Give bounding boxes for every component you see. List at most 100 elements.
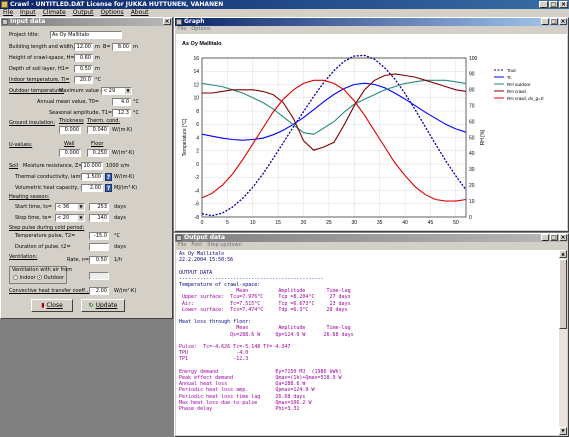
conv-input[interactable]: 2.00 xyxy=(89,287,109,295)
temperature-rh-chart: As Oy Mallitalo0 5 10 15 20 25 30 35 40 45 50-8-6-… xyxy=(182,41,544,226)
y2-tick-label: 50 xyxy=(469,135,475,141)
graph-menu-options[interactable]: Options xyxy=(191,26,210,33)
mdi-workspace: Input data × Project title: As Oy Mallit… xyxy=(0,17,569,437)
ground-cond-input[interactable]: 0.040 xyxy=(87,126,109,134)
minimize-icon[interactable]: _ xyxy=(541,234,549,241)
ground-insulation-label: Ground insulation: xyxy=(9,120,56,126)
height-label: Height of crawl-space, H= xyxy=(9,55,75,61)
input-form: Project title: As Oy Mallitalo Building … xyxy=(1,26,172,318)
maximize-icon[interactable]: □ xyxy=(550,18,558,25)
legend-label: RH outdoor xyxy=(507,82,531,87)
y-tick-label: 0 xyxy=(196,162,199,168)
project-title-input[interactable]: As Oy Mallitalo xyxy=(50,31,122,39)
output-menu: File Font Step up/down xyxy=(175,242,568,249)
scroll-up-icon[interactable]: ▲ xyxy=(559,250,567,258)
thermal-help-icon[interactable]: ? xyxy=(105,173,112,181)
maximize-icon[interactable]: □ xyxy=(549,1,558,8)
app-icon xyxy=(1,1,8,8)
graph-window-icon xyxy=(176,19,182,25)
chevron-down-icon[interactable]: ▼ xyxy=(78,215,84,221)
output-menu-font[interactable]: Font xyxy=(191,242,202,249)
radio-indoor[interactable] xyxy=(13,275,18,280)
heating-season-label: Heating season: xyxy=(9,194,50,200)
start-input[interactable]: 253 xyxy=(89,203,109,211)
max-value-selected: < 29 xyxy=(103,88,116,94)
uvalues-label: U-values: xyxy=(9,142,33,148)
rate-input[interactable]: 0.50 xyxy=(89,256,109,264)
thermal-input[interactable]: 1.500 xyxy=(81,173,103,181)
minimize-icon[interactable]: _ xyxy=(541,18,549,25)
menu-input[interactable]: Input xyxy=(20,9,36,17)
volumetric-input[interactable]: 2.00 xyxy=(81,184,103,192)
x-tick-label: 15 xyxy=(275,220,281,226)
project-label: Project title: xyxy=(9,32,40,38)
series-line-4 xyxy=(201,79,467,202)
close-icon[interactable]: × xyxy=(559,234,567,241)
stop-input[interactable]: 140 xyxy=(89,214,109,222)
menu-output[interactable]: Output xyxy=(73,9,94,17)
update-button[interactable]: ↻ Update xyxy=(81,299,125,312)
menu-options[interactable]: Options xyxy=(101,9,124,17)
output-window: Output data _ □ × File Font Step up/down… xyxy=(174,233,569,437)
output-scrollbar[interactable]: ▲ ▼ xyxy=(559,250,567,435)
volumetric-help-icon[interactable]: ? xyxy=(105,184,112,192)
minimize-icon[interactable]: _ xyxy=(539,1,548,8)
length-input[interactable]: 12.00 xyxy=(74,43,93,51)
depth-input[interactable]: 0.50 xyxy=(74,65,93,73)
graph-canvas: As Oy Mallitalo 0 5 10 15 20 25 30 35 40 45 50 -8 -6-… xyxy=(176,34,567,230)
close-icon[interactable]: × xyxy=(559,18,567,25)
output-menu-step[interactable]: Step up/down xyxy=(207,242,242,249)
close-icon[interactable]: × xyxy=(163,18,171,25)
chevron-down-icon[interactable]: ▼ xyxy=(78,204,84,210)
close-button[interactable]: ▮ Close xyxy=(31,299,73,312)
y2-tick-label: 0 xyxy=(469,215,472,221)
scroll-down-icon[interactable]: ▼ xyxy=(559,427,567,435)
indoor-radio[interactable]: Indoor xyxy=(13,275,36,282)
door-icon: ▮ xyxy=(41,302,45,309)
menu-climate[interactable]: Climate xyxy=(43,9,66,17)
output-text-area[interactable]: As Oy Mallitalo 22.2.2004 15:50:56 OUTPUT… xyxy=(176,250,559,435)
stop-select[interactable]: < 20 ▼ xyxy=(55,214,85,222)
height-input[interactable]: 0.60 xyxy=(74,54,93,62)
thickness-label: Thickness xyxy=(59,118,84,124)
seasonal-input[interactable]: 12.3 xyxy=(112,109,131,117)
output-menu-file[interactable]: File xyxy=(178,242,186,249)
moisture-input[interactable]: 10.000 xyxy=(81,162,103,170)
beta-input[interactable] xyxy=(89,272,109,280)
y2-tick-label: 70 xyxy=(469,104,475,110)
y-tick-label: -4 xyxy=(195,188,200,194)
output-window-title: Output data xyxy=(184,234,226,241)
duration-input[interactable] xyxy=(89,243,109,251)
volumetric-unit: MJ/(m³·K) xyxy=(114,185,138,191)
annual-label: Annual mean value, T0= xyxy=(37,99,99,105)
start-select[interactable]: < 36 ▼ xyxy=(55,203,85,211)
temp-pulse-input[interactable]: -15.0 xyxy=(89,232,109,240)
indoor-temp-input[interactable]: 20.0 xyxy=(74,76,93,84)
max-value-select[interactable]: < 29 ▼ xyxy=(101,87,132,95)
close-icon[interactable]: × xyxy=(559,1,568,8)
u-floor-input[interactable]: 0.250 xyxy=(87,149,109,157)
scroll-thumb[interactable] xyxy=(559,259,567,329)
seasonal-label: Seasonal amplitude, T1= xyxy=(49,110,113,116)
radio-outdoor[interactable] xyxy=(37,275,42,280)
outdoor-radio[interactable]: Outdoor xyxy=(37,275,64,282)
x-tick-label: 10 xyxy=(250,220,256,226)
maximize-icon[interactable]: □ xyxy=(550,234,558,241)
rate-label: Rate, n= xyxy=(67,257,90,263)
annual-input[interactable]: 4.0 xyxy=(112,98,131,106)
x-tick-label: 0 xyxy=(201,220,204,226)
wall-label: Wall xyxy=(64,141,75,147)
menu-about[interactable]: About xyxy=(131,9,149,17)
start-label: Start time, ts= xyxy=(15,204,53,210)
graph-menu-file[interactable]: File xyxy=(178,26,186,33)
width-input[interactable]: 8.00 xyxy=(112,43,131,51)
menu-file[interactable]: File xyxy=(3,9,13,17)
output-line: Phase delay Phi=3.31 xyxy=(179,406,300,413)
rate-unit: 1/h xyxy=(114,257,123,263)
ground-thickness-input[interactable]: 0.000 xyxy=(59,126,81,134)
temp-pulse-label: Temperature pulse, T2= xyxy=(15,233,76,239)
chevron-down-icon[interactable]: ▼ xyxy=(125,88,131,94)
app-title: Crawl - UNTITLED.DAT License for JUKKA H… xyxy=(10,1,224,8)
duration-label: Duration of pulse, t2= xyxy=(15,244,71,250)
u-wall-input[interactable]: 0.000 xyxy=(59,149,81,157)
